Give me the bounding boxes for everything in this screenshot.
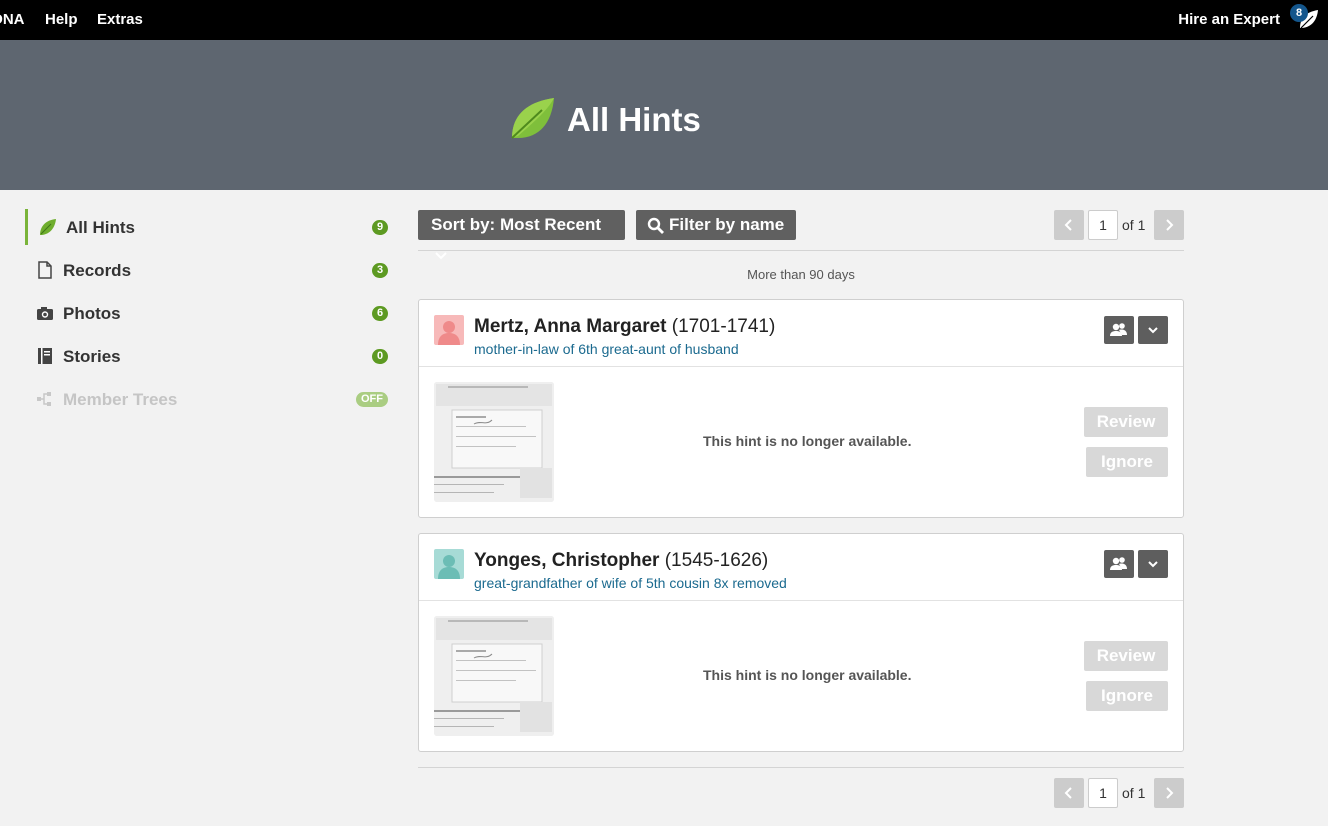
filter-label: Filter by name bbox=[669, 215, 785, 234]
page-number-input[interactable]: 1 bbox=[1088, 210, 1118, 240]
sort-dropdown[interactable]: Sort by: Most Recent bbox=[418, 210, 625, 260]
previous-page-button[interactable] bbox=[1054, 210, 1084, 240]
view-family-button[interactable] bbox=[1104, 550, 1134, 578]
people-icon bbox=[1110, 323, 1127, 336]
male-avatar-icon bbox=[434, 549, 464, 579]
card-divider bbox=[419, 600, 1183, 601]
page-header: All Hints bbox=[0, 40, 1328, 190]
relationship-text[interactable]: mother-in-law of 6th great-aunt of husba… bbox=[474, 341, 739, 357]
sidebar-item-stories[interactable]: Stories 0 bbox=[25, 338, 390, 374]
sidebar-item-all-hints[interactable]: All Hints 9 bbox=[25, 209, 390, 245]
leaf-icon bbox=[40, 219, 56, 235]
sidebar-item-photos[interactable]: Photos 6 bbox=[25, 295, 390, 331]
card-menu-button[interactable] bbox=[1138, 550, 1168, 578]
chevron-right-icon bbox=[1166, 787, 1174, 799]
divider bbox=[418, 250, 1184, 251]
card-divider bbox=[419, 366, 1183, 367]
sidebar-item-label: Stories bbox=[63, 347, 121, 366]
document-icon bbox=[38, 261, 52, 279]
ignore-button[interactable]: Ignore bbox=[1086, 681, 1168, 711]
census-record-thumbnail[interactable] bbox=[434, 616, 554, 736]
sidebar-item-member-trees[interactable]: Member Trees OFF bbox=[25, 381, 390, 417]
next-page-button[interactable] bbox=[1154, 778, 1184, 808]
nav-help-link[interactable]: Help bbox=[45, 11, 78, 28]
search-icon bbox=[647, 217, 664, 234]
person-dates: (1545-1626) bbox=[664, 550, 769, 571]
ignore-button[interactable]: Ignore bbox=[1086, 447, 1168, 477]
count-badge: 3 bbox=[372, 263, 388, 278]
pagination-top: 1 of 1 bbox=[1054, 210, 1184, 240]
sidebar-item-label: Records bbox=[63, 261, 132, 280]
page-number-input[interactable]: 1 bbox=[1088, 778, 1118, 808]
page-count-label: of 1 bbox=[1122, 785, 1146, 801]
filter-by-name-button[interactable]: Filter by name bbox=[636, 210, 796, 240]
book-icon bbox=[38, 348, 52, 364]
sidebar-item-label: Member Trees bbox=[63, 390, 178, 409]
chevron-left-icon bbox=[1064, 787, 1072, 799]
pagination-bottom: 1 of 1 bbox=[1054, 778, 1184, 808]
review-button[interactable]: Review bbox=[1084, 407, 1168, 437]
hint-unavailable-message: This hint is no longer available. bbox=[703, 433, 912, 449]
view-family-button[interactable] bbox=[1104, 316, 1134, 344]
sidebar-item-records[interactable]: Records 3 bbox=[25, 252, 390, 288]
tree-icon bbox=[37, 392, 51, 406]
chevron-down-icon bbox=[435, 252, 447, 260]
camera-icon bbox=[37, 307, 53, 320]
person-name[interactable]: Yonges, Christopher (1545-1626) bbox=[474, 550, 768, 572]
female-avatar-icon bbox=[434, 315, 464, 345]
top-nav: DNA Help Extras Hire an Expert 8 bbox=[0, 0, 1328, 40]
review-button[interactable]: Review bbox=[1084, 641, 1168, 671]
count-badge: 9 bbox=[372, 220, 388, 235]
card-menu-button[interactable] bbox=[1138, 316, 1168, 344]
chevron-left-icon bbox=[1064, 219, 1072, 231]
page-title: All Hints bbox=[567, 101, 701, 138]
chevron-right-icon bbox=[1166, 219, 1174, 231]
divider bbox=[418, 767, 1184, 768]
hint-card: Mertz, Anna Margaret (1701-1741) mother-… bbox=[418, 299, 1184, 518]
leaf-icon bbox=[511, 98, 554, 139]
nav-dna-link[interactable]: DNA bbox=[0, 11, 25, 28]
chevron-down-icon bbox=[1148, 561, 1158, 568]
sidebar-item-label: Photos bbox=[63, 304, 121, 323]
nav-extras-link[interactable]: Extras bbox=[97, 11, 143, 28]
sidebar-item-label: All Hints bbox=[66, 218, 135, 237]
relationship-text[interactable]: great-grandfather of wife of 5th cousin … bbox=[474, 575, 787, 591]
hire-expert-link[interactable]: Hire an Expert bbox=[1178, 11, 1280, 28]
section-heading: More than 90 days bbox=[747, 267, 855, 282]
census-record-thumbnail[interactable] bbox=[434, 382, 554, 502]
person-dates: (1701-1741) bbox=[671, 316, 776, 337]
hint-unavailable-message: This hint is no longer available. bbox=[703, 667, 912, 683]
notification-badge: 8 bbox=[1290, 4, 1308, 22]
count-badge: 0 bbox=[372, 349, 388, 364]
count-badge: 6 bbox=[372, 306, 388, 321]
chevron-down-icon bbox=[1148, 327, 1158, 334]
people-icon bbox=[1110, 557, 1127, 570]
toggle-badge: OFF bbox=[356, 392, 388, 407]
person-name[interactable]: Mertz, Anna Margaret (1701-1741) bbox=[474, 316, 775, 338]
previous-page-button[interactable] bbox=[1054, 778, 1084, 808]
hint-card: Yonges, Christopher (1545-1626) great-gr… bbox=[418, 533, 1184, 752]
next-page-button[interactable] bbox=[1154, 210, 1184, 240]
page-count-label: of 1 bbox=[1122, 217, 1146, 233]
sort-label: Sort by: Most Recent bbox=[431, 215, 602, 234]
